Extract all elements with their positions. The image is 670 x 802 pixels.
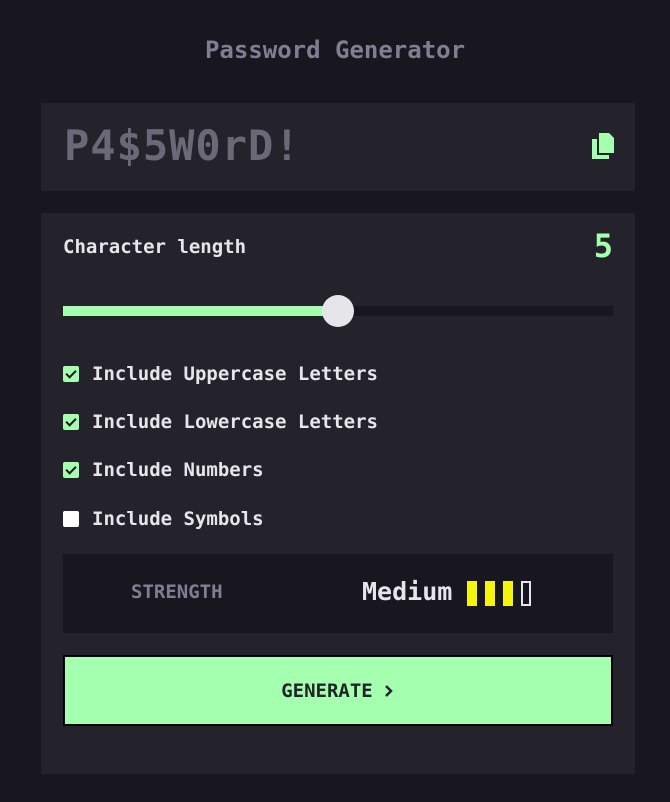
strength-meter: STRENGTH Medium [63, 554, 613, 633]
length-slider[interactable] [63, 295, 613, 327]
generate-button[interactable]: GENERATE [63, 655, 613, 726]
password-display: P4$5W0rD! [41, 103, 635, 191]
uppercase-label: Include Uppercase Letters [92, 363, 378, 385]
copy-icon[interactable] [592, 133, 614, 159]
slider-thumb[interactable] [322, 295, 354, 327]
password-text: P4$5W0rD! [64, 121, 301, 170]
option-lowercase[interactable]: Include Lowercase Letters [63, 409, 378, 435]
strength-bar [485, 581, 495, 606]
app-title: Password Generator [204, 36, 466, 64]
arrow-right-icon [384, 684, 393, 697]
generate-label: GENERATE [281, 679, 373, 702]
option-symbols[interactable]: Include Symbols [63, 506, 264, 532]
strength-bar [521, 581, 531, 606]
numbers-checkbox[interactable] [63, 462, 79, 478]
lowercase-checkbox[interactable] [63, 414, 79, 430]
strength-bar [503, 581, 513, 606]
numbers-label: Include Numbers [92, 459, 264, 481]
character-length-label: Character length [63, 236, 247, 258]
slider-fill [63, 306, 338, 316]
symbols-label: Include Symbols [92, 508, 264, 530]
symbols-checkbox[interactable] [63, 511, 79, 527]
character-length-value: 5 [593, 227, 613, 265]
strength-label: STRENGTH [131, 581, 223, 603]
strength-value: Medium [362, 577, 453, 606]
lowercase-label: Include Lowercase Letters [92, 411, 378, 433]
strength-bar [467, 581, 477, 606]
option-numbers[interactable]: Include Numbers [63, 457, 264, 483]
option-uppercase[interactable]: Include Uppercase Letters [63, 361, 378, 387]
strength-bars [467, 581, 531, 606]
uppercase-checkbox[interactable] [63, 366, 79, 382]
settings-panel: Character length 5 Include Uppercase Let… [41, 213, 635, 774]
